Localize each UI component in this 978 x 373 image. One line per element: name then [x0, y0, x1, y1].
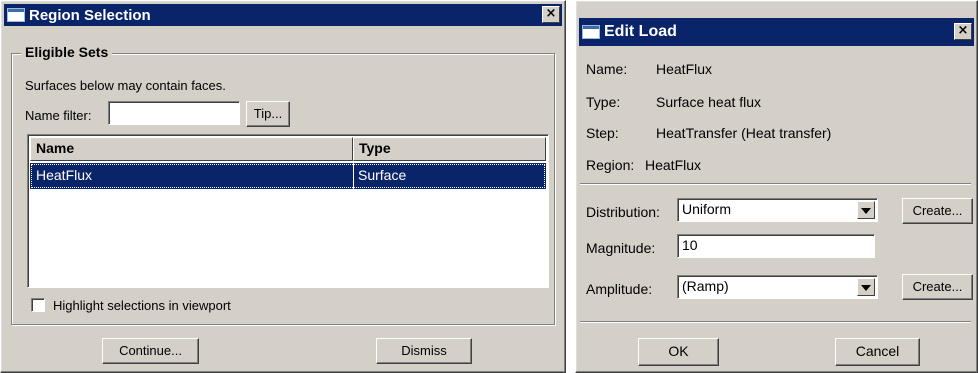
table-cell-divider	[353, 163, 354, 189]
table-row[interactable]: HeatFlux Surface	[30, 163, 546, 189]
edit-load-title: Edit Load	[604, 23, 677, 40]
separator	[580, 183, 971, 185]
region-selection-title: Region Selection	[29, 6, 151, 24]
table-cell-name: HeatFlux	[36, 167, 93, 183]
edit-load-titlebar[interactable]: Edit Load ×	[579, 18, 974, 46]
window-icon	[582, 25, 600, 39]
chevron-down-icon[interactable]	[857, 278, 875, 296]
surfaces-hint: Surfaces below may contain faces.	[25, 78, 226, 93]
magnitude-label: Magnitude:	[586, 240, 656, 256]
cancel-button[interactable]: Cancel	[835, 338, 920, 366]
name-filter-label: Name filter:	[25, 108, 92, 123]
distribution-select[interactable]: Uniform	[677, 198, 878, 222]
tip-button[interactable]: Tip...	[246, 101, 290, 127]
magnitude-input[interactable]: 10	[677, 234, 875, 258]
eligible-sets-group-label: Eligible Sets	[21, 44, 113, 60]
load-step-label: Step:	[586, 125, 619, 141]
amplitude-select[interactable]: (Ramp)	[677, 275, 878, 299]
load-type-value: Surface heat flux	[656, 94, 762, 110]
load-name-value: HeatFlux	[656, 61, 713, 77]
load-step-value: HeatTransfer (Heat transfer)	[656, 125, 832, 141]
load-region-label: Region:	[586, 157, 635, 173]
amplitude-label: Amplitude:	[586, 281, 653, 297]
eligible-sets-table[interactable]: Name Type HeatFlux Surface	[27, 134, 549, 288]
table-header-name[interactable]: Name	[30, 137, 353, 161]
distribution-select-value: Uniform	[682, 201, 732, 217]
table-header-type[interactable]: Type	[353, 137, 546, 161]
name-filter-input[interactable]	[108, 101, 240, 125]
create-amplitude-button[interactable]: Create...	[902, 274, 973, 300]
load-type-label: Type:	[586, 94, 621, 110]
load-region-value: HeatFlux	[645, 157, 702, 173]
highlight-checkbox-label[interactable]: Highlight selections in viewport	[53, 298, 231, 313]
region-selection-titlebar[interactable]: Region Selection ×	[4, 4, 562, 26]
continue-button[interactable]: Continue...	[102, 338, 199, 364]
close-icon[interactable]: ×	[542, 6, 560, 23]
highlight-checkbox[interactable]	[31, 298, 45, 312]
edit-load-dialog: Edit Load × Name: HeatFlux Type: Surface…	[575, 0, 978, 373]
separator	[580, 321, 971, 323]
chevron-down-icon[interactable]	[857, 201, 875, 219]
ok-button[interactable]: OK	[638, 338, 719, 366]
load-name-label: Name:	[586, 61, 628, 77]
window-icon	[7, 8, 25, 22]
dismiss-button[interactable]: Dismiss	[376, 338, 472, 364]
distribution-label: Distribution:	[586, 204, 660, 220]
create-distribution-button[interactable]: Create...	[902, 198, 973, 224]
table-cell-type: Surface	[358, 167, 407, 183]
amplitude-select-value: (Ramp)	[682, 278, 729, 294]
region-selection-dialog: Region Selection × Eligible Sets Surface…	[0, 0, 566, 373]
close-icon[interactable]: ×	[954, 23, 972, 40]
